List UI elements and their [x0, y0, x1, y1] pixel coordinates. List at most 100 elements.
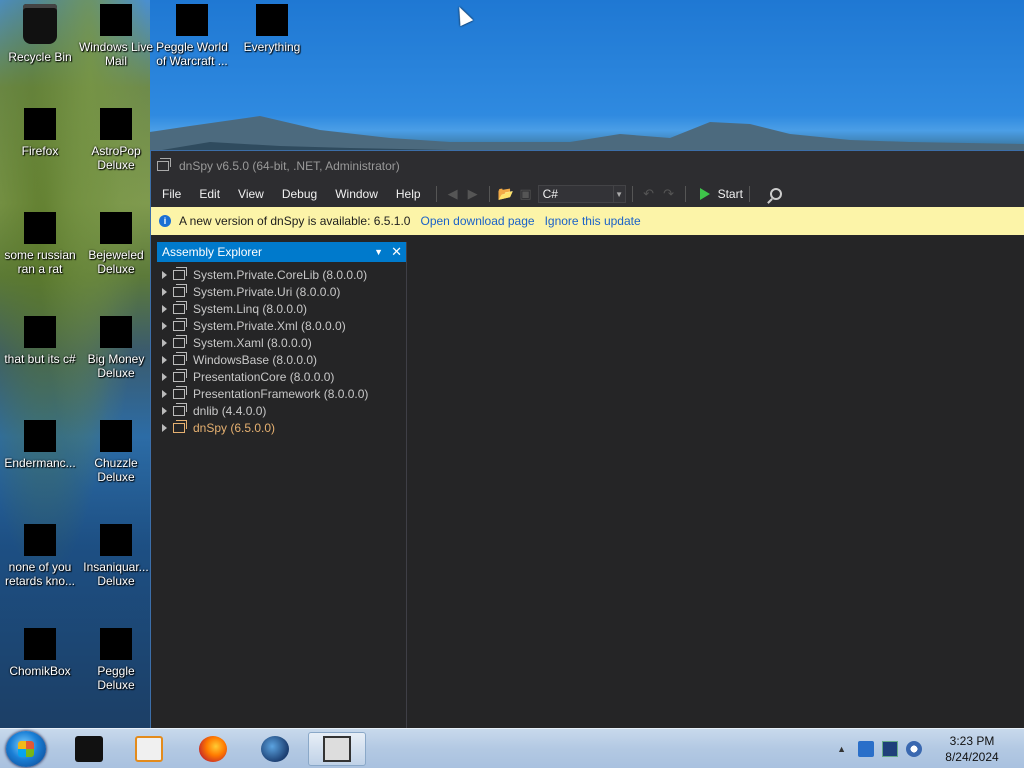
redo-icon[interactable]: ↷ [659, 184, 679, 204]
tree-item[interactable]: PresentationCore (8.0.0.0) [157, 368, 406, 385]
assembly-icon [173, 402, 187, 416]
system-tray: ▲ 3:23 PM 8/24/2024 [837, 729, 1024, 768]
undo-icon[interactable]: ↶ [639, 184, 659, 204]
navigate-forward-icon[interactable]: ▶ [463, 184, 483, 204]
start-button[interactable] [6, 731, 46, 767]
bejeweled-deluxe-icon [100, 212, 132, 244]
navigate-back-icon[interactable]: ◀ [443, 184, 463, 204]
toolbar-separator [748, 186, 750, 202]
taskbar-browser[interactable] [246, 732, 304, 766]
language-select[interactable]: C# ▼ [537, 185, 626, 203]
desktop-icon-astropop-deluxe[interactable]: AstroPop Deluxe [78, 108, 154, 172]
media-player-icon [135, 736, 163, 762]
expand-arrow-icon[interactable] [162, 287, 167, 296]
menu-edit[interactable]: Edit [190, 183, 229, 205]
start-debug-button[interactable]: Start [699, 187, 743, 201]
open-folder-icon[interactable]: 📂 [496, 184, 516, 204]
toolbar-separator [684, 186, 686, 202]
menu-debug[interactable]: Debug [273, 183, 326, 205]
tree-item[interactable]: System.Private.CoreLib (8.0.0.0) [157, 266, 406, 283]
desktop-icon-label: some russian ran a rat [4, 248, 76, 276]
dnspy-window: dnSpy v6.5.0 (64-bit, .NET, Administrato… [150, 150, 1024, 729]
expand-arrow-icon[interactable] [162, 304, 167, 313]
tree-item-label: dnSpy (6.5.0.0) [193, 420, 276, 435]
tree-item[interactable]: System.Private.Uri (8.0.0.0) [157, 283, 406, 300]
tree-item[interactable]: System.Private.Xml (8.0.0.0) [157, 317, 406, 334]
desktop-icon-firefox[interactable]: Firefox [2, 108, 78, 158]
endermanch-icon [24, 420, 56, 452]
open-download-page-link[interactable]: Open download page [420, 214, 534, 228]
desktop-icon-label: Firefox [21, 144, 59, 158]
desktop-icon-peggle-deluxe[interactable]: Peggle Deluxe [78, 628, 154, 692]
assembly-explorer-header[interactable]: Assembly Explorer ▼ ✕ [157, 242, 406, 262]
desktop-icon-none-of-you-retards[interactable]: none of you retards kno... [2, 524, 78, 588]
desktop-icon-bejeweled-deluxe[interactable]: Bejeweled Deluxe [78, 212, 154, 276]
expand-arrow-icon[interactable] [162, 270, 167, 279]
menu-window[interactable]: Window [326, 183, 387, 205]
assembly-icon [173, 334, 187, 348]
desktop-icon-label: Bejeweled Deluxe [88, 248, 144, 276]
search-icon[interactable] [769, 188, 782, 200]
menu-view[interactable]: View [229, 183, 273, 205]
menu-help[interactable]: Help [387, 183, 430, 205]
recycle-bin-icon [23, 4, 57, 44]
update-infobar: i A new version of dnSpy is available: 6… [151, 207, 1024, 235]
clock[interactable]: 3:23 PM 8/24/2024 [932, 733, 1012, 765]
expand-arrow-icon[interactable] [162, 321, 167, 330]
desktop-icon-everything[interactable]: Everything [234, 4, 310, 54]
tree-item[interactable]: PresentationFramework (8.0.0.0) [157, 385, 406, 402]
desktop-icon-label: Everything [243, 40, 301, 54]
firefox-icon [199, 736, 227, 762]
desktop-icon-label: ChomikBox [9, 664, 71, 678]
title-bar[interactable]: dnSpy v6.5.0 (64-bit, .NET, Administrato… [151, 151, 1024, 181]
expand-arrow-icon[interactable] [162, 406, 167, 415]
network-tray-icon[interactable] [858, 741, 874, 757]
desktop-icon-recycle-bin[interactable]: Recycle Bin [2, 4, 78, 64]
tree-item[interactable]: dnSpy (6.5.0.0) [157, 419, 406, 436]
none-of-you-retards-icon [24, 524, 56, 556]
wallpaper-mountains [150, 116, 1024, 152]
expand-arrow-icon[interactable] [162, 372, 167, 381]
menu-file[interactable]: File [151, 183, 190, 205]
tree-item-label: WindowsBase (8.0.0.0) [193, 352, 318, 367]
desktop-icon-big-money-deluxe[interactable]: Big Money Deluxe [78, 316, 154, 380]
taskbar-firefox[interactable] [184, 732, 242, 766]
desktop-icon-insaniquarium-deluxe[interactable]: Insaniquar... Deluxe [78, 524, 154, 588]
desktop-icon-some-russian-ran-a-rat[interactable]: some russian ran a rat [2, 212, 78, 276]
taskbar-dnspy[interactable] [308, 732, 366, 766]
volume-tray-icon[interactable] [906, 741, 922, 757]
desktop-icon-chomikbox[interactable]: ChomikBox [2, 628, 78, 678]
taskbar-media-player[interactable] [120, 732, 178, 766]
tree-item-label: System.Private.Uri (8.0.0.0) [193, 284, 341, 299]
expand-arrow-icon[interactable] [162, 389, 167, 398]
show-hidden-icons-icon[interactable]: ▲ [837, 744, 846, 754]
desktop-icon-label: that but its c# [4, 352, 76, 366]
desktop-icon-peggle-world-of-warcraft[interactable]: Peggle World of Warcraft ... [154, 4, 230, 68]
taskbar-terminal[interactable] [60, 732, 118, 766]
tree-item-label: System.Private.CoreLib (8.0.0.0) [193, 267, 368, 282]
chomikbox-icon [24, 628, 56, 660]
tree-item[interactable]: WindowsBase (8.0.0.0) [157, 351, 406, 368]
tree-item[interactable]: System.Linq (8.0.0.0) [157, 300, 406, 317]
desktop-icon-that-but-its-csharp[interactable]: that but its c# [2, 316, 78, 366]
save-icon[interactable]: ▣ [516, 184, 536, 204]
tree-item[interactable]: System.Xaml (8.0.0.0) [157, 334, 406, 351]
ignore-update-link[interactable]: Ignore this update [545, 214, 641, 228]
display-tray-icon[interactable] [882, 741, 898, 757]
tree-item[interactable]: dnlib (4.4.0.0) [157, 402, 406, 419]
desktop-icon-endermanch[interactable]: Endermanc... [2, 420, 78, 470]
expand-arrow-icon[interactable] [162, 423, 167, 432]
assembly-explorer-panel: Assembly Explorer ▼ ✕ System.Private.Cor… [157, 242, 407, 729]
some-russian-ran-a-rat-icon [24, 212, 56, 244]
toolbar-separator [435, 186, 437, 202]
desktop-icon-windows-live-mail[interactable]: Windows Live Mail [78, 4, 154, 68]
expand-arrow-icon[interactable] [162, 355, 167, 364]
chevron-down-icon[interactable]: ▼ [374, 247, 383, 257]
editor-pane [408, 235, 1024, 729]
desktop-icon-chuzzle-deluxe[interactable]: Chuzzle Deluxe [78, 420, 154, 484]
expand-arrow-icon[interactable] [162, 338, 167, 347]
language-value: C# [542, 187, 558, 201]
close-icon[interactable]: ✕ [391, 244, 402, 260]
clock-time: 3:23 PM [949, 734, 995, 748]
chevron-down-icon: ▼ [612, 186, 625, 202]
